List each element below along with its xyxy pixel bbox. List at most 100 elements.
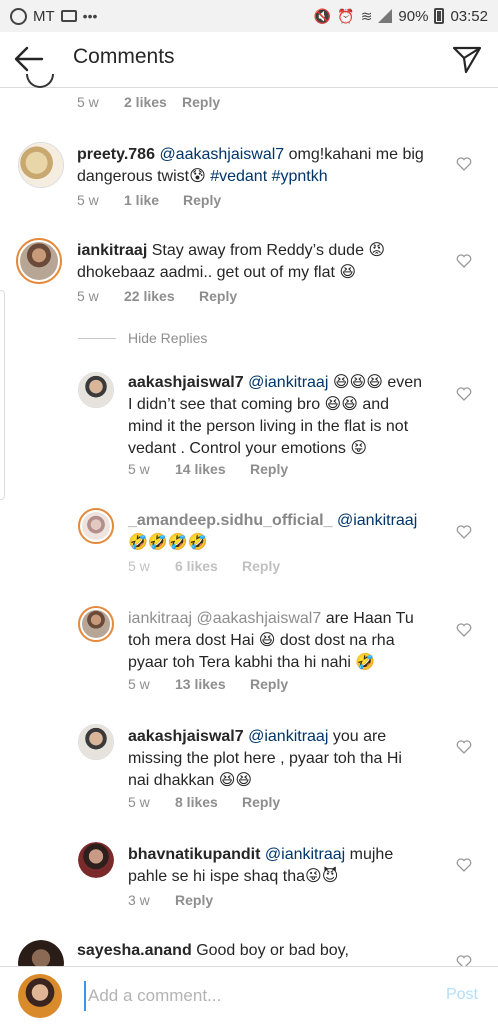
reply-mention[interactable]: @iankitraaj — [248, 374, 328, 391]
reply-button[interactable]: Reply — [199, 288, 237, 304]
reply-text: aakashjaiswal7 @iankitraaj 😆😆😆 even I di… — [128, 372, 448, 460]
clock: 03:52 — [450, 7, 488, 25]
like-heart-icon[interactable] — [456, 623, 472, 637]
comment-text: sayesha.anand Good boy or bad boy, — [77, 940, 437, 962]
reply-likes[interactable]: 13 likes — [175, 676, 250, 692]
reply-meta: 5 w 14 likes Reply — [128, 461, 288, 477]
reply-button[interactable]: Reply — [183, 192, 221, 208]
reply-time: 5 w — [128, 676, 150, 692]
comment-likes[interactable]: 1 like — [124, 192, 183, 208]
avatar[interactable] — [78, 724, 114, 760]
my-avatar[interactable] — [18, 974, 62, 1018]
reply-text: bhavnatikupandit @iankitraaj mujhe pahle… — [128, 844, 448, 888]
reply-body: mujhe — [349, 846, 394, 863]
comment-mention[interactable]: @aakashjaiswal7 — [159, 146, 284, 163]
comment-text: iankitraaj Stay away from Reddy’s dude 😡… — [77, 240, 437, 284]
avatar[interactable] — [78, 508, 114, 544]
comment-body: dhokebaaz aadmi.. get out of my flat 😆 — [77, 264, 357, 281]
hide-replies-button[interactable]: Hide Replies — [78, 330, 207, 346]
avatar[interactable] — [78, 842, 114, 878]
reply-body: toh mera dost Hai 😆 dost dost na rha — [128, 632, 395, 649]
reply-body: 😆😆😆 even — [332, 374, 423, 391]
reply-button[interactable]: Reply — [182, 94, 220, 110]
avatar[interactable] — [78, 606, 114, 642]
like-heart-icon[interactable] — [456, 387, 472, 401]
reply-button[interactable]: Reply — [242, 558, 280, 574]
reply-button[interactable]: Reply — [250, 461, 288, 477]
carrier-label: MT — [33, 7, 55, 25]
reply-body: mind it the person living in the flat is… — [128, 418, 409, 435]
reply-body: vedant . Control your emotions 😝 — [128, 440, 368, 457]
reply-body: 🤣🤣🤣🤣 — [128, 534, 208, 551]
whatsapp-icon — [10, 7, 27, 25]
like-heart-icon[interactable] — [456, 858, 472, 872]
comment-time: 5 w — [77, 288, 99, 304]
back-arrow-icon[interactable] — [14, 46, 44, 72]
page-title: Comments — [73, 45, 175, 68]
reply-body: I didn’t see that coming bro 😆😆 and — [128, 396, 390, 413]
reply-body: are Haan Tu — [325, 610, 414, 627]
reply-likes[interactable]: 8 likes — [175, 794, 242, 810]
like-heart-icon[interactable] — [456, 157, 472, 171]
comment-time: 5 w — [77, 94, 99, 110]
reply-likes[interactable]: 6 likes — [175, 558, 242, 574]
reply-body: you are — [332, 728, 387, 745]
direct-send-icon[interactable] — [452, 44, 482, 74]
wifi-icon: ≋ — [360, 7, 373, 24]
comment-username[interactable]: preety.786 — [77, 146, 155, 163]
reply-username[interactable]: _amandeep.sidhu_official_ — [128, 512, 333, 529]
comment-username[interactable]: iankitraaj — [77, 242, 147, 259]
status-bar: MT ••• 🔇 ⏰ ≋ 90% 03:52 — [0, 0, 498, 32]
reply-body: pahle se hi ispe shaq tha😜😈 — [128, 868, 339, 885]
like-heart-icon[interactable] — [456, 254, 472, 268]
comment-likes[interactable]: 22 likes — [124, 288, 199, 304]
comment-input[interactable] — [84, 981, 424, 1011]
more-notifications-icon: ••• — [82, 8, 98, 24]
signal-icon — [378, 9, 393, 23]
avatar[interactable] — [16, 238, 62, 284]
mute-icon: 🔇 — [313, 7, 332, 24]
alarm-icon: ⏰ — [337, 7, 355, 24]
battery-icon — [434, 8, 445, 24]
reply-button[interactable]: Reply — [250, 676, 288, 692]
reply-username[interactable]: aakashjaiswal7 — [128, 374, 244, 391]
reply-text: iankitraaj @aakashjaiswal7 are Haan Tu t… — [128, 608, 448, 674]
avatar[interactable] — [78, 372, 114, 408]
comment-meta: 5 w 22 likes Reply — [77, 288, 237, 304]
reply-text: aakashjaiswal7 @iankitraaj you are missi… — [128, 726, 448, 792]
reply-time: 5 w — [128, 461, 150, 477]
comment-text: preety.786 @aakashjaiswal7 omg!kahani me… — [77, 144, 427, 188]
post-button[interactable]: Post — [446, 986, 478, 1004]
avatar[interactable] — [18, 142, 64, 188]
comment-composer: Post — [0, 966, 498, 1024]
comment-username[interactable]: sayesha.anand — [77, 942, 192, 959]
reply-button[interactable]: Reply — [175, 892, 213, 908]
reply-mention[interactable]: @iankitraaj — [248, 728, 328, 745]
reply-meta: 5 w 6 likes Reply — [128, 558, 280, 574]
reply-mention[interactable]: @iankitraaj — [337, 512, 417, 529]
reply-username[interactable]: aakashjaiswal7 — [128, 728, 244, 745]
like-heart-icon[interactable] — [456, 525, 472, 539]
comment-hashtags[interactable]: #vedant #ypntkh — [210, 168, 327, 185]
comment-likes[interactable]: 2 likes — [124, 94, 182, 110]
reply-text: _amandeep.sidhu_official_ @iankitraaj 🤣🤣… — [128, 510, 448, 554]
comment-meta: 5 w 1 like Reply — [77, 192, 221, 208]
reply-meta: 5 w 8 likes Reply — [128, 794, 280, 810]
reply-time: 5 w — [128, 794, 150, 810]
comment-body: Good boy or bad boy, — [196, 942, 349, 959]
reply-username[interactable]: bhavnatikupandit — [128, 846, 260, 863]
comment-time: 5 w — [77, 192, 99, 208]
reply-body: pyaar toh Tera kabhi tha hi nahi 🤣 — [128, 654, 376, 671]
comment-meta: 5 w 2 likes Reply — [77, 94, 220, 110]
like-heart-icon[interactable] — [456, 740, 472, 754]
reply-body: missing the plot here , pyaar toh tha Hi — [128, 750, 402, 767]
reply-username[interactable]: iankitraaj — [128, 610, 192, 627]
scroll-indicator — [0, 290, 5, 500]
reply-time: 3 w — [128, 892, 150, 908]
reply-mention[interactable]: @aakashjaiswal7 — [196, 610, 321, 627]
reply-likes[interactable]: 14 likes — [175, 461, 250, 477]
reply-button[interactable]: Reply — [242, 794, 280, 810]
app-header: Comments — [0, 32, 498, 88]
reply-mention[interactable]: @iankitraaj — [265, 846, 345, 863]
reply-meta: 3 w Reply — [128, 892, 213, 908]
